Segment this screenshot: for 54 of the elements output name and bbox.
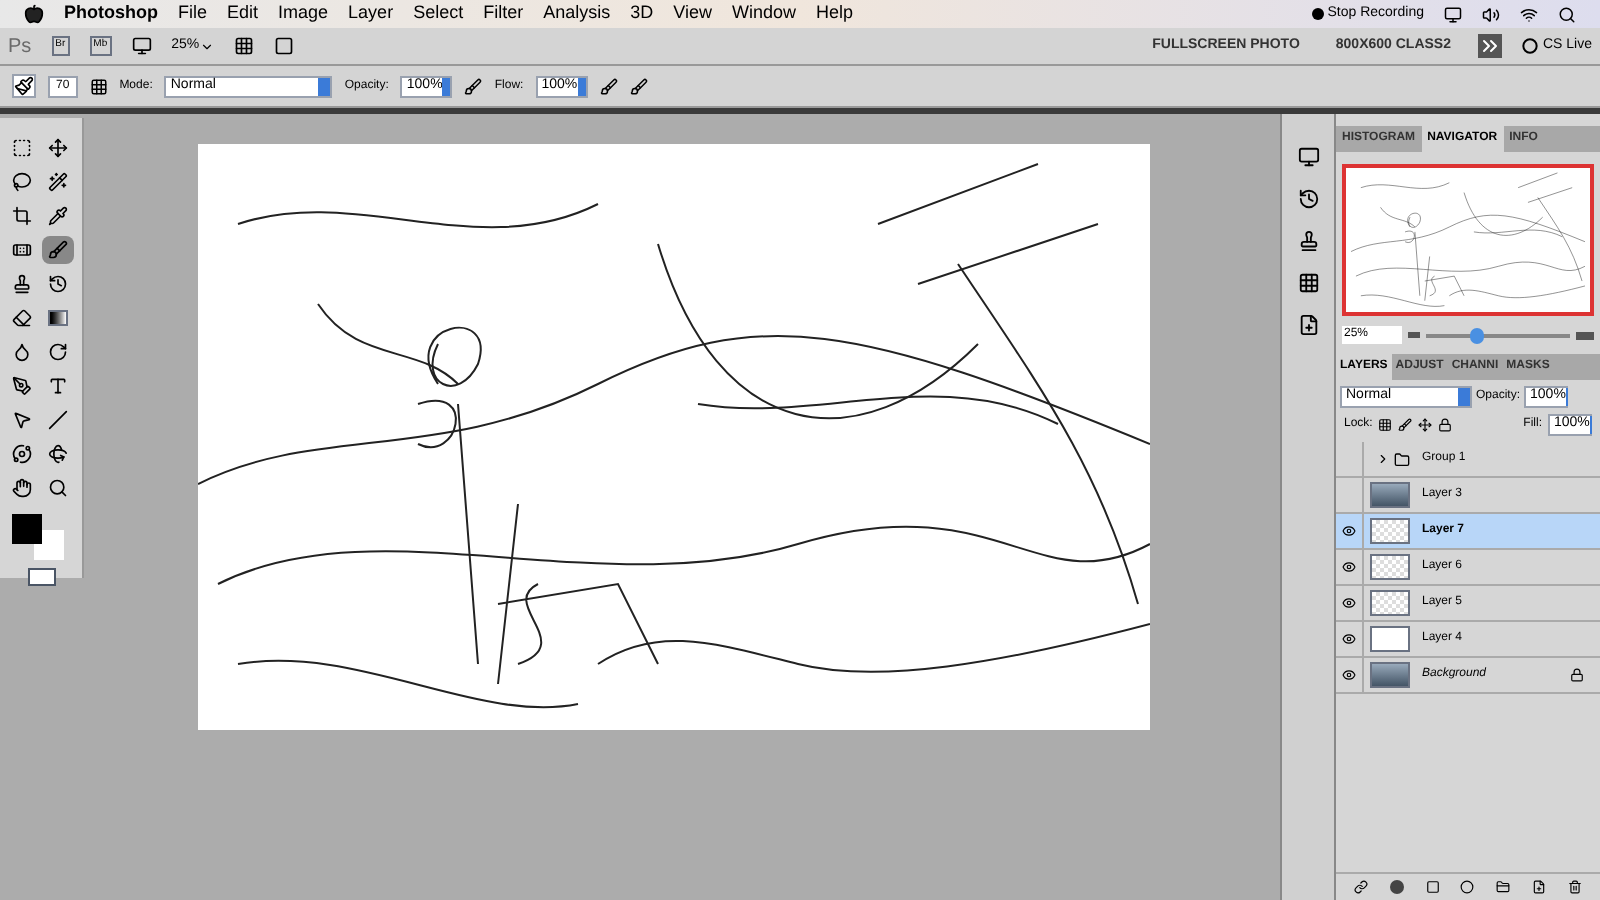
- swatches-icon[interactable]: [1297, 272, 1319, 294]
- menu-item[interactable]: Edit: [227, 0, 259, 28]
- lock-position-icon[interactable]: [1418, 418, 1433, 432]
- mask-icon[interactable]: [1425, 880, 1440, 894]
- menu-item[interactable]: Select: [413, 0, 464, 28]
- link-icon[interactable]: [1354, 880, 1369, 894]
- menu-item[interactable]: Window: [731, 0, 796, 28]
- search-icon[interactable]: [1558, 5, 1576, 23]
- lock-paint-icon[interactable]: [1398, 418, 1413, 432]
- layer-thumbnail: [1370, 626, 1410, 652]
- menu-item[interactable]: File: [178, 0, 208, 28]
- volume-icon[interactable]: [1482, 5, 1500, 23]
- slider-thumb[interactable]: [1470, 327, 1485, 343]
- lock-all-icon[interactable]: [1438, 418, 1453, 432]
- screen-mode-icon[interactable]: [131, 36, 152, 56]
- layer-thumbnail: [1370, 554, 1410, 580]
- expand-icon[interactable]: [1376, 452, 1390, 466]
- layer-thumbnail: [1370, 590, 1410, 616]
- clone-source-icon[interactable]: [1297, 230, 1319, 252]
- menu-item[interactable]: View: [673, 0, 712, 28]
- app-name[interactable]: Photoshop: [64, 0, 158, 28]
- wifi-icon[interactable]: [1520, 5, 1538, 23]
- lock-pixels-icon[interactable]: [1378, 418, 1393, 432]
- brush-panel-icon[interactable]: [89, 77, 108, 95]
- adjustment-icon[interactable]: [1460, 880, 1475, 894]
- layer-thumbnail: [1370, 518, 1410, 544]
- arrange-icon[interactable]: [233, 36, 254, 56]
- quick-mask-icon[interactable]: [27, 568, 55, 586]
- menu-item[interactable]: Image: [278, 0, 329, 28]
- more-workspaces-icon[interactable]: [1478, 34, 1503, 58]
- new-group-icon[interactable]: [1496, 880, 1511, 894]
- folder-icon: [1394, 451, 1410, 467]
- brush-preset-icon[interactable]: [12, 74, 36, 98]
- apple-icon[interactable]: [24, 4, 44, 24]
- airbrush-icon[interactable]: [599, 77, 618, 95]
- caret-icon: [199, 39, 214, 53]
- layer-thumbnail: [1370, 662, 1410, 688]
- pressure-size-icon[interactable]: [629, 77, 648, 95]
- new-layer-icon[interactable]: [1531, 880, 1546, 894]
- color-swatches-drawing[interactable]: [12, 514, 64, 560]
- screen-icon[interactable]: [273, 36, 294, 56]
- brush-icon[interactable]: [41, 236, 73, 264]
- menu-item[interactable]: Layer: [348, 0, 394, 28]
- ring-icon: [1522, 38, 1539, 54]
- trash-icon[interactable]: [1567, 880, 1582, 894]
- display-icon[interactable]: [1444, 5, 1462, 23]
- menu-item[interactable]: Filter: [483, 0, 524, 28]
- menu-item[interactable]: Help: [815, 0, 853, 28]
- app-logo: Ps: [8, 33, 32, 61]
- pressure-icon[interactable]: [464, 77, 483, 95]
- layer-thumbnail: [1370, 482, 1410, 508]
- menu-item[interactable]: 3D: [630, 0, 654, 28]
- history-icon[interactable]: [1297, 188, 1319, 210]
- menu-item[interactable]: Analysis: [543, 0, 611, 28]
